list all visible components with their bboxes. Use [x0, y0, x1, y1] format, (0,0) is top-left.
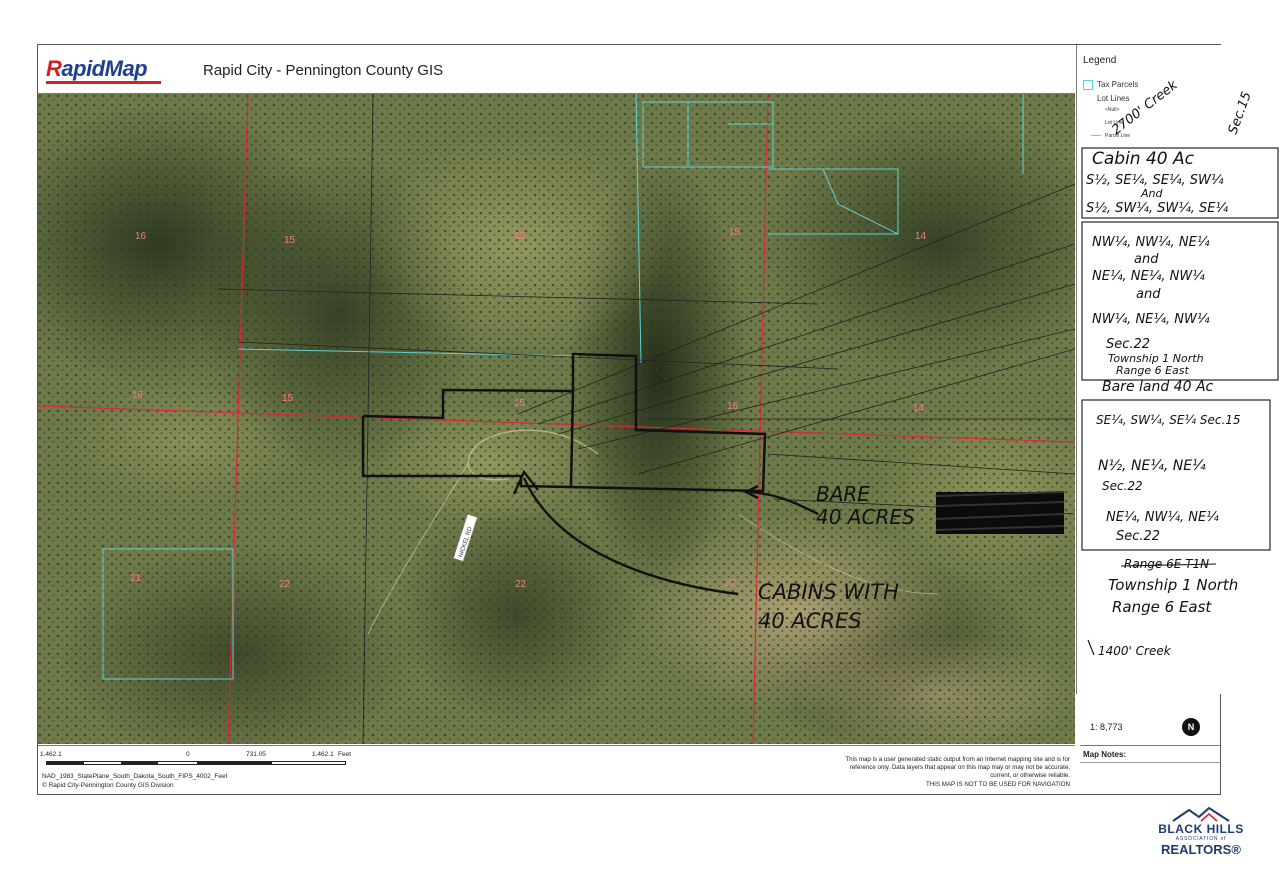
note-creek-top: 2700' Creek — [1109, 80, 1181, 138]
legend-title: Legend — [1083, 55, 1117, 66]
logo-underline — [46, 81, 161, 84]
brand-line3: REALTORS® — [1161, 842, 1241, 857]
section-label-15d: 15 — [282, 393, 294, 404]
bare-callout-line2: 40 ACRES — [816, 505, 915, 529]
note-cabin-l2: S½, SW¼, SW¼, SE¼ — [1086, 201, 1229, 216]
map-footer: 1,462.1 0 731.05 1,462.1 Feet NAD_1983_S… — [38, 745, 1075, 795]
scale-label-mid: 731.05 — [246, 751, 266, 758]
note-desc-sec22: Sec.22 — [1106, 337, 1150, 352]
note-bare-l2b: Sec.22 — [1102, 479, 1143, 493]
section-label-16b: 16 — [132, 390, 144, 401]
cabins-callout-line2: 40 ACRES — [758, 609, 862, 633]
section-label-15b: 15 — [514, 231, 526, 242]
section-label-15c: 15 — [729, 227, 741, 238]
section-label-21: 21 — [130, 573, 142, 584]
scale-label-left: 1,462.1 — [40, 751, 62, 758]
map-notes-title: Map Notes: — [1083, 750, 1127, 759]
redaction-scribble — [935, 491, 1065, 534]
note-desc-and1: and — [1134, 252, 1159, 267]
section-label-15f: 15 — [727, 401, 739, 412]
note-cabin-l1: S½, SE¼, SE¼, SW¼ — [1086, 173, 1224, 188]
note-cabin-title: Cabin 40 Ac — [1092, 149, 1195, 169]
brand-line1: BLACK HILLS — [1158, 822, 1244, 836]
section-label-15e: 15 — [514, 398, 526, 409]
bare-callout-line1: BARE — [816, 482, 870, 506]
note-desc-l1: NW¼, NW¼, NE¼ — [1092, 235, 1210, 250]
map-header: RapidMap Rapid City - Pennington County … — [38, 45, 1075, 94]
section-label-15a: 15 — [284, 235, 296, 246]
note-desc-rng: Range 6 East — [1116, 364, 1190, 377]
note-desc-l2: NE¼, NE¼, NW¼ — [1092, 269, 1205, 284]
header-title: Rapid City - Pennington County GIS — [203, 62, 444, 79]
north-arrow-icon: N — [1182, 718, 1200, 736]
scale-label-right: 1,462.1 — [312, 751, 334, 758]
note-rng2: Range 6 East — [1112, 598, 1212, 616]
note-desc-l3: NW¼, NE¼, NW¼ — [1092, 312, 1210, 327]
note-bare-l3: NE¼, NW¼, NE¼ — [1106, 510, 1219, 525]
note-desc-and2: and — [1136, 287, 1161, 302]
note-bare-l3b: Sec.22 — [1116, 529, 1160, 544]
black-hills-realtors-logo: BLACK HILLS ASSOCIATION of REALTORS® — [1146, 806, 1256, 866]
copyright-text: © Rapid City-Pennington County GIS Divis… — [42, 782, 174, 789]
section-label-16a: 16 — [135, 231, 147, 242]
map-notes-box: Map Notes: — [1080, 745, 1221, 795]
scale-label-unit: Feet — [338, 751, 352, 758]
handwritten-notes: 2700' Creek Sec.15 Cabin 40 Ac S½, SE¼, … — [1081, 80, 1279, 658]
note-bare-l1: SE¼, SW¼, SE¼ Sec.15 — [1096, 413, 1241, 427]
map-canvas: 16 15 15 15 14 16 15 15 15 14 21 22 22 2… — [38, 94, 1075, 744]
cabins-callout-line1: CABINS WITH — [758, 580, 899, 604]
mountain-icon — [1172, 806, 1230, 822]
disclaimer: This map is a user generated static outp… — [845, 756, 1070, 788]
note-sec15: Sec.15 — [1226, 90, 1255, 137]
note-bare-l2: N½, NE¼, NE¼ — [1098, 458, 1206, 474]
note-twp2: Township 1 North — [1108, 576, 1238, 594]
section-label-14a: 14 — [915, 231, 927, 242]
note-cabin-and: And — [1140, 187, 1163, 200]
section-label-14b: 14 — [913, 403, 925, 414]
scale-bar — [46, 761, 346, 765]
section-label-22b: 22 — [515, 579, 527, 590]
section-label-22a: 22 — [279, 579, 291, 590]
rapidmap-logo: RapidMap — [46, 56, 148, 81]
aerial-map[interactable]: 16 15 15 15 14 16 15 15 15 14 21 22 22 2… — [38, 94, 1075, 744]
note-creek-bottom: 1400' Creek — [1098, 644, 1172, 658]
projection-text: NAD_1983_StatePlane_South_Dakota_South_F… — [42, 773, 228, 780]
section-label-22c: 22 — [725, 578, 737, 589]
scale-label-zero: 0 — [186, 751, 190, 758]
scale-ratio: 1: 8,773 — [1090, 722, 1123, 732]
note-bare-title: Bare land 40 Ac — [1102, 379, 1214, 395]
